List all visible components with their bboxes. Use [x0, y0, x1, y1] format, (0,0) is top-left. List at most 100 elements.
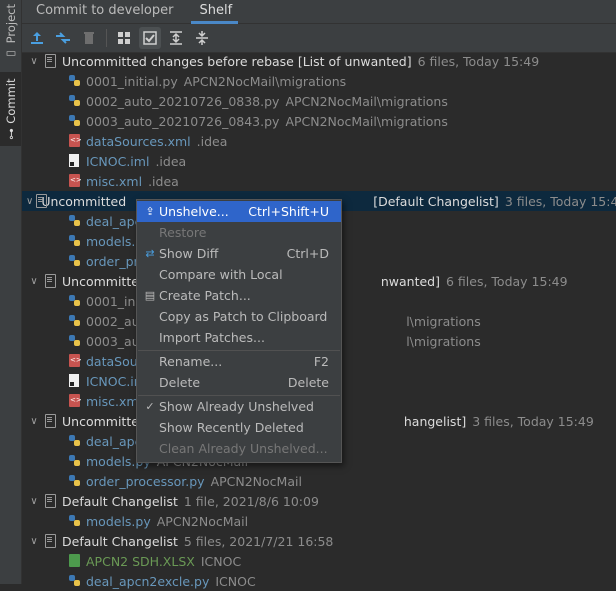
- file-row[interactable]: misc.xml .idea: [22, 171, 616, 191]
- file-name: models.py: [86, 513, 151, 529]
- chevron-down-icon[interactable]: ∨: [26, 496, 42, 507]
- file-row[interactable]: 0001_initial.py APCN2NocMail\migrations: [22, 71, 616, 91]
- file-name: 0001_initial.py: [86, 73, 178, 89]
- menu-item-rename[interactable]: Rename... F2: [137, 351, 341, 372]
- menu-item-shortcut: Ctrl+Shift+U: [248, 204, 329, 219]
- show-diff-icon: [56, 32, 70, 44]
- show-recently-deleted-button[interactable]: [139, 27, 161, 49]
- menu-item-shortcut: Delete: [287, 375, 329, 390]
- xml-file-icon: [68, 394, 82, 408]
- menu-item-delete[interactable]: Delete Delete: [137, 372, 341, 393]
- xml-file-icon: [68, 134, 82, 148]
- unshelve-icon: [31, 32, 43, 44]
- delete-button[interactable]: [78, 27, 100, 49]
- commit-tool-tab[interactable]: ⊶ Commit: [0, 72, 21, 146]
- menu-item-create-patch[interactable]: ▤ Create Patch...: [137, 285, 341, 306]
- expand-all-button[interactable]: [165, 27, 187, 49]
- menu-item-label: Compare with Local: [159, 267, 283, 282]
- changelist-row[interactable]: ∨ Default Changelist 1 file, 2021/8/6 10:…: [22, 491, 616, 511]
- chevron-down-icon[interactable]: ∨: [26, 276, 42, 287]
- file-row[interactable]: models.py APCN2NocMail: [22, 511, 616, 531]
- changelist-meta: 5 files, 2021/7/21 16:58: [183, 533, 334, 549]
- show-diff-button[interactable]: [52, 27, 74, 49]
- file-path: l\migrations: [406, 333, 481, 349]
- chevron-down-icon[interactable]: ∨: [26, 536, 42, 547]
- menu-item-import-patches[interactable]: Import Patches...: [137, 327, 341, 348]
- show-recently-deleted-icon: [143, 31, 157, 45]
- file-row[interactable]: ICNOC.iml .idea: [22, 151, 616, 171]
- file-path: APCN2NocMail\migrations: [285, 113, 448, 129]
- menu-item-show-recently-deleted[interactable]: Show Recently Deleted: [137, 417, 341, 438]
- changelist-row[interactable]: ∨ Default Changelist 5 files, 2021/7/21 1…: [22, 531, 616, 551]
- file-path: ICNOC: [200, 553, 242, 569]
- chevron-down-icon[interactable]: ∨: [26, 416, 42, 427]
- unshelve-button[interactable]: [26, 27, 48, 49]
- menu-item-compare-with-local[interactable]: Compare with Local: [137, 264, 341, 285]
- delete-icon: [84, 32, 94, 44]
- xml-file-icon: [68, 174, 82, 188]
- folder-icon: ▭: [3, 47, 18, 62]
- changelist-meta: 1 file, 2021/8/6 10:09: [183, 493, 319, 509]
- python-file-icon: [68, 434, 82, 448]
- menu-item-label: Clean Already Unshelved...: [159, 441, 328, 456]
- changelist-icon: [44, 274, 56, 288]
- project-tab-label: Project: [3, 4, 18, 44]
- file-row[interactable]: order_processor.py APCN2NocMail: [22, 471, 616, 491]
- tab-commit-to-developer[interactable]: Commit to developer: [22, 0, 185, 23]
- file-name: 0003_auto_20210726_0843.py: [86, 113, 280, 129]
- chevron-down-icon[interactable]: ∨: [26, 196, 33, 207]
- menu-item-label: Restore: [159, 225, 207, 240]
- changelist-name: Uncommitted changes before rebase [List …: [62, 53, 412, 69]
- changelist-icon: [44, 414, 56, 428]
- chevron-down-icon[interactable]: ∨: [26, 56, 42, 67]
- changelist-name: Uncommitted: [41, 193, 127, 209]
- menu-item-shortcut: F2: [313, 354, 329, 369]
- menu-item-show-already-unshelved[interactable]: ✓ Show Already Unshelved: [137, 396, 341, 417]
- file-path: ICNOC: [215, 573, 256, 589]
- project-tool-tab[interactable]: ▭ Project: [0, 0, 21, 66]
- tab-shelf[interactable]: Shelf: [185, 0, 244, 24]
- file-path: APCN2NocMail: [156, 513, 249, 529]
- file-row[interactable]: 0003_auto_20210726_0843.py APCN2NocMail\m…: [22, 111, 616, 131]
- menu-item-label: Rename...: [159, 354, 223, 369]
- changelist-name: Default Changelist: [62, 493, 178, 509]
- file-path: APCN2NocMail\migrations: [285, 93, 448, 109]
- collapse-all-button[interactable]: [191, 27, 213, 49]
- file-row[interactable]: APCN2 SDH.XLSX ICNOC: [22, 551, 616, 571]
- file-row[interactable]: 0002_auto_20210726_0838.py APCN2NocMail\m…: [22, 91, 616, 111]
- menu-item-label: Create Patch...: [159, 288, 251, 303]
- python-file-icon: [68, 74, 82, 88]
- tab-label: Commit to developer: [36, 3, 174, 18]
- file-name: misc.xml: [86, 173, 143, 189]
- shelf-toolbar: [22, 24, 616, 53]
- changelist-icon: [44, 54, 56, 68]
- changelist-meta: 6 files, Today 15:49: [446, 273, 568, 289]
- python-file-icon: [68, 514, 82, 528]
- file-name: dataSour: [86, 353, 143, 369]
- file-name: deal_apcn2excle.py: [86, 573, 210, 589]
- changelist-name: Uncommitted: [62, 413, 147, 429]
- changelist-name-tail: [Default Changelist]: [373, 193, 499, 209]
- group-by-button[interactable]: [113, 27, 135, 49]
- menu-item-restore[interactable]: Restore: [137, 222, 341, 243]
- commit-icon: ⊶: [3, 127, 18, 140]
- file-row[interactable]: dataSources.xml .idea: [22, 131, 616, 151]
- changelist-name-tail: nwanted]: [380, 273, 440, 289]
- menu-item-unshelve[interactable]: ⇪ Unshelve... Ctrl+Shift+U: [137, 201, 341, 222]
- menu-item-copy-as-patch[interactable]: Copy as Patch to Clipboard: [137, 306, 341, 327]
- expand-all-icon: [170, 31, 182, 45]
- changelist-row[interactable]: ∨ Uncommitted changes before rebase [Lis…: [22, 51, 616, 71]
- menu-item-clean-already-unshelved[interactable]: Clean Already Unshelved...: [137, 438, 341, 459]
- group-by-icon: [118, 32, 130, 44]
- file-name: APCN2 SDH.XLSX: [86, 553, 195, 569]
- python-file-icon: [68, 94, 82, 108]
- file-name: dataSources.xml: [86, 133, 191, 149]
- check-icon: ✓: [145, 400, 155, 413]
- python-file-icon: [68, 294, 82, 308]
- file-path: APCN2NocMail: [210, 473, 302, 489]
- toolbar-separator: [106, 29, 107, 47]
- menu-item-show-diff[interactable]: ⇄ Show Diff Ctrl+D: [137, 243, 341, 264]
- changelist-meta: 3 files, Today 15:49: [504, 193, 616, 209]
- python-file-icon: [68, 234, 82, 248]
- file-row[interactable]: deal_apcn2excle.py ICNOC: [22, 571, 616, 591]
